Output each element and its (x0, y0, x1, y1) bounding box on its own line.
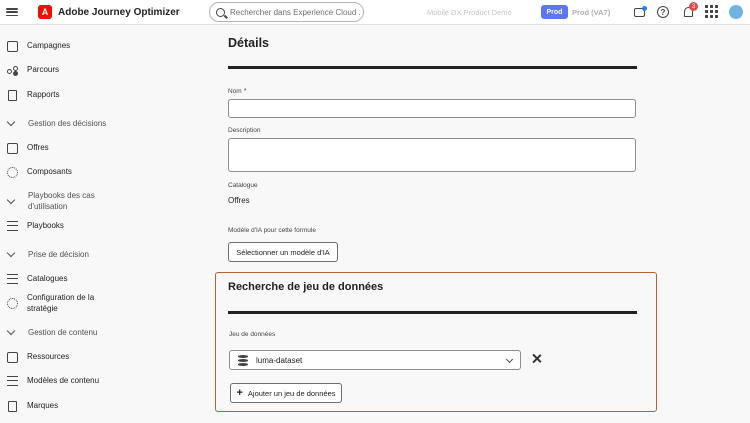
section-prise-decision[interactable]: Prise de décision (0, 248, 190, 262)
dataset-label: Jeu de données (229, 331, 276, 338)
sidebar-item-marques[interactable]: Marques (0, 399, 190, 413)
sidebar-item-label-line1: Configuration de la (27, 293, 95, 302)
playbooks-icon (6, 220, 19, 233)
sidebar-item-label: Catalogues (27, 274, 68, 283)
sandbox-name[interactable]: Prod (VA7) (572, 8, 610, 17)
adobe-logo-icon: A (38, 5, 52, 19)
sidebar-item-ressources[interactable]: Ressources (0, 350, 190, 364)
strategy-icon (6, 297, 19, 310)
sidebar-item-offres[interactable]: Offres (0, 141, 190, 155)
sidebar-item-label: Ressources (27, 352, 70, 361)
notification-count: 3 (689, 2, 698, 11)
sidebar-item-label: Offres (27, 143, 49, 152)
add-dataset-button[interactable]: + Ajouter un jeu de données (230, 383, 342, 403)
feedback-icon[interactable] (632, 5, 647, 19)
section-gestion-contenu[interactable]: Gestion de contenu (0, 326, 190, 340)
assets-icon (6, 351, 19, 364)
section-playbooks-cas-utilisation[interactable]: Playbooks des cas d'utilisation (0, 189, 190, 215)
select-ai-model-button[interactable]: Sélectionner un modèle d'IA (228, 242, 338, 262)
dataset-search-heading: Recherche de jeu de données (228, 281, 384, 293)
sidebar-item-label: Playbooks (27, 221, 64, 230)
sidebar-item-label-line2: stratégie (27, 304, 58, 313)
sidebar-item-label: Campagnes (27, 41, 71, 50)
chevron-down-icon (505, 355, 514, 364)
name-label: Nom * (228, 88, 247, 95)
brands-icon (6, 400, 19, 413)
templates-icon (6, 375, 19, 388)
section-label: Gestion de contenu (28, 328, 98, 337)
section-label-line1: Playbooks des cas (28, 191, 95, 200)
components-icon (6, 166, 19, 179)
chevron-down-icon (6, 195, 16, 205)
sandbox-badge[interactable]: Prod (541, 5, 568, 19)
app-title: Adobe Journey Optimizer (58, 6, 180, 18)
section-label: Prise de décision (28, 250, 89, 259)
report-icon (6, 89, 19, 102)
plus-icon: + (236, 387, 243, 399)
chevron-down-icon (6, 326, 16, 336)
catalog-label: Catalogue (228, 182, 258, 189)
journey-icon (6, 64, 19, 77)
main-content: Détails Nom * Description Catalogue Offre… (190, 25, 750, 423)
sidebar-item-label: Modèles de contenu (27, 376, 100, 385)
global-search[interactable] (209, 2, 364, 22)
selected-dataset: luma-dataset (256, 356, 303, 365)
sidebar-item-parcours[interactable]: Parcours (0, 63, 190, 77)
sidebar-item-label: Parcours (27, 65, 60, 74)
dataset-divider (228, 311, 637, 314)
search-icon (216, 7, 225, 17)
description-field[interactable] (228, 138, 636, 172)
sidebar-item-label: Composants (27, 167, 72, 176)
sidebar-item-playbooks[interactable]: Playbooks (0, 219, 190, 233)
sidebar-item-label: Marques (27, 401, 59, 410)
avatar[interactable] (729, 5, 743, 19)
section-label-line2: d'utilisation (28, 202, 68, 211)
remove-dataset-icon[interactable] (531, 353, 542, 364)
chevron-down-icon (6, 117, 16, 127)
section-label: Gestion des décisions (28, 119, 107, 128)
help-icon[interactable]: ? (656, 5, 670, 19)
details-heading: Détails (228, 36, 269, 50)
app-switcher-icon[interactable] (705, 5, 718, 18)
database-icon (238, 355, 248, 366)
brand[interactable]: A Adobe Journey Optimizer (38, 5, 180, 19)
hamburger-menu-icon[interactable] (6, 6, 18, 18)
ai-model-label: Modèle d'IA pour cette formule (228, 227, 316, 234)
catalog-value: Offres (228, 196, 250, 205)
sidebar-item-composants[interactable]: Composants (0, 165, 190, 179)
org-name[interactable]: Mobile DX Product Demo (427, 8, 512, 17)
catalog-icon (6, 273, 19, 286)
sidebar-item-modeles-contenu[interactable]: Modèles de contenu (0, 374, 190, 388)
sidebar: Campagnes Parcours Rapports Gestion des … (0, 25, 190, 423)
search-input[interactable] (230, 7, 360, 17)
section-gestion-decisions[interactable]: Gestion des décisions (0, 117, 190, 131)
dataset-select[interactable]: luma-dataset (229, 350, 521, 370)
dataset-search-panel: Recherche de jeu de données Jeu de donné… (215, 272, 657, 412)
campaign-icon (6, 40, 19, 53)
description-label: Description (228, 127, 261, 134)
sidebar-item-catalogues[interactable]: Catalogues (0, 272, 190, 286)
sidebar-item-configuration-strategie[interactable]: Configuration de la stratégie (0, 291, 190, 317)
details-divider (228, 66, 637, 69)
notifications-icon[interactable]: 3 (681, 2, 698, 19)
chevron-down-icon (6, 248, 16, 258)
name-field[interactable] (228, 99, 636, 118)
offers-icon (6, 142, 19, 155)
sidebar-item-label: Rapports (27, 90, 60, 99)
top-bar: A Adobe Journey Optimizer Mobile DX Prod… (0, 0, 750, 25)
sidebar-item-rapports[interactable]: Rapports (0, 88, 190, 102)
add-dataset-label: Ajouter un jeu de données (247, 388, 336, 398)
sidebar-item-campagnes[interactable]: Campagnes (0, 39, 190, 53)
